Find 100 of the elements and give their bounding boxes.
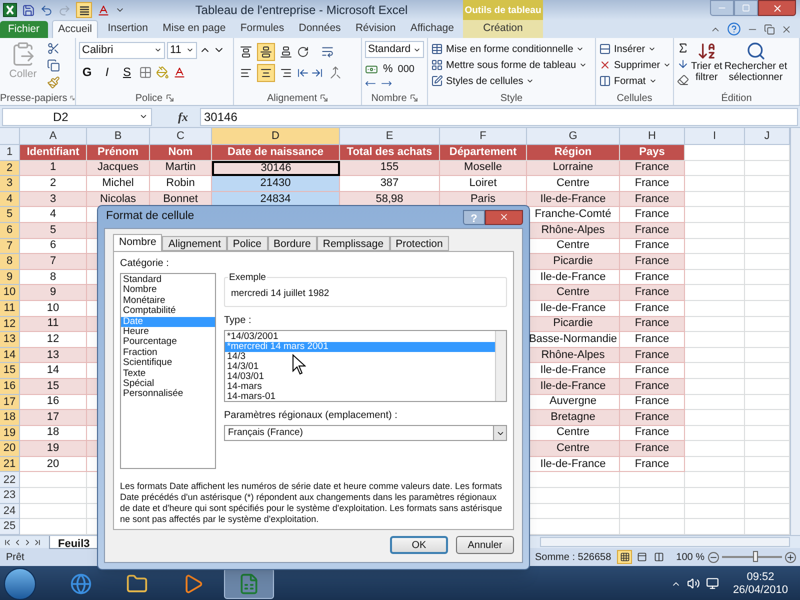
cells-menu-button[interactable]: Supprimer — [599, 57, 672, 73]
dialog-launcher-icon[interactable] — [166, 94, 174, 102]
category-item[interactable]: Texte — [121, 368, 215, 380]
row-header[interactable]: 22 — [0, 472, 20, 488]
number-format-field[interactable]: Standard — [365, 41, 424, 58]
column-header[interactable]: I — [685, 128, 745, 145]
font-color-icon[interactable] — [97, 4, 110, 16]
merge-icon[interactable] — [329, 66, 342, 79]
type-item[interactable]: 14/3/01 — [225, 362, 495, 372]
start-button[interactable] — [4, 568, 36, 600]
type-list[interactable]: *14/03/2001 *mercredi 14 mars 2001 14/3 14/3/01 14/03/01 14-mars 14-mars-01 — [224, 330, 507, 402]
row-header[interactable]: 16 — [0, 378, 20, 394]
underline-button[interactable]: S — [119, 63, 135, 81]
increase-indent-icon[interactable] — [311, 66, 323, 78]
style-menu-button[interactable]: Mettre sous forme de tableau — [431, 57, 588, 73]
category-list[interactable]: Standard Nombre Monétaire Comptabilité Date Heure Pourcentage Fraction Scientifique Texte Spécial Personnalisée — [120, 273, 216, 469]
restore-icon[interactable] — [764, 24, 775, 34]
thousands-button[interactable]: 000 — [398, 62, 414, 76]
category-item[interactable]: Monétaire — [121, 296, 215, 306]
copy-icon[interactable] — [47, 59, 60, 72]
column-header[interactable]: H — [620, 128, 685, 145]
close-button[interactable] — [485, 210, 523, 224]
horizontal-scrollbar[interactable] — [540, 537, 790, 547]
row-header[interactable]: 7 — [0, 238, 20, 254]
category-item[interactable]: Nombre — [121, 285, 215, 296]
category-item[interactable]: Fraction — [121, 348, 215, 358]
paintbrush-icon[interactable] — [47, 76, 60, 89]
column-header[interactable]: F — [440, 128, 527, 145]
font-name-field[interactable]: Calibri — [79, 42, 165, 58]
arrow-down-icon[interactable] — [677, 58, 689, 70]
row-header[interactable]: 9 — [0, 270, 20, 286]
taskbar-app-button[interactable] — [224, 568, 274, 599]
cells-menu-button[interactable]: Insérer — [599, 41, 656, 57]
ribbon-tab[interactable]: Révision — [350, 20, 401, 38]
dialog-button[interactable]: OK — [390, 536, 448, 554]
row-header[interactable]: 10 — [0, 285, 20, 301]
category-item[interactable]: Scientifique — [121, 358, 215, 369]
ribbon-tab[interactable]: Fichier — [0, 21, 48, 38]
undo-icon[interactable] — [40, 4, 53, 16]
category-item[interactable]: Heure — [121, 327, 215, 338]
dialog-tab[interactable]: Protection — [390, 236, 449, 251]
ribbon-tab[interactable]: Accueil — [52, 20, 98, 38]
dialog-tab[interactable]: Nombre — [113, 234, 162, 251]
arrow-left-icon[interactable] — [365, 78, 376, 89]
find-select-button[interactable]: Rechercher et sélectionner — [724, 41, 788, 86]
ribbon-tab[interactable]: Insertion — [102, 20, 153, 38]
align-toggle[interactable] — [76, 2, 92, 18]
row-header[interactable]: 12 — [0, 316, 20, 332]
style-menu-button[interactable]: Styles de cellules — [431, 73, 534, 89]
sheet-tab[interactable]: Feuil3 — [49, 536, 99, 548]
column-header[interactable]: J — [745, 128, 790, 145]
dialog-tab[interactable]: Remplissage — [316, 236, 390, 251]
dialog-launcher-icon[interactable] — [320, 94, 328, 102]
column-header[interactable]: G — [527, 128, 620, 145]
ribbon-tab[interactable]: Création — [463, 20, 543, 38]
ribbon-tab[interactable]: Formules — [235, 20, 290, 38]
column-header[interactable]: E — [340, 128, 440, 145]
row-header[interactable]: 15 — [0, 363, 20, 379]
sort-filter-button[interactable]: Trier et filtrer — [691, 41, 722, 86]
type-item[interactable]: 14-mars — [225, 382, 495, 392]
column-header[interactable]: C — [150, 128, 212, 145]
wrap-text-icon[interactable] — [321, 45, 334, 58]
row-header[interactable]: 14 — [0, 348, 20, 364]
dialog-button[interactable]: Annuler — [456, 536, 514, 554]
category-item[interactable]: Pourcentage — [121, 337, 215, 348]
fill-color-icon[interactable] — [156, 66, 169, 78]
view-button[interactable] — [617, 550, 632, 564]
network-icon[interactable] — [706, 577, 719, 590]
row-header[interactable]: 23 — [0, 488, 20, 504]
category-item[interactable]: Comptabilité — [121, 306, 215, 317]
row-header[interactable]: 25 — [0, 519, 20, 535]
row-header[interactable]: 1 — [0, 145, 20, 161]
column-header[interactable]: D — [212, 128, 340, 145]
type-item[interactable]: 14-mars-01 — [225, 392, 495, 402]
column-header[interactable]: B — [87, 128, 150, 145]
type-item[interactable]: 14/3 — [225, 352, 495, 362]
zoom-in-icon[interactable] — [785, 552, 796, 562]
dialog-launcher-icon[interactable] — [70, 94, 75, 102]
category-item[interactable]: Standard — [121, 275, 215, 286]
percent-button[interactable]: % — [383, 60, 393, 78]
font-color-icon[interactable] — [173, 66, 186, 78]
italic-button[interactable]: I — [99, 63, 115, 81]
zoom-out-icon[interactable] — [708, 552, 719, 562]
bold-button[interactable]: G — [79, 63, 95, 81]
horizontal-align-button[interactable] — [257, 64, 275, 82]
column-header[interactable]: A — [20, 128, 87, 145]
row-header[interactable]: 21 — [0, 456, 20, 472]
insert-function-button[interactable]: fx — [178, 108, 198, 126]
formula-input[interactable]: 30146 — [200, 108, 798, 126]
close-icon[interactable] — [781, 24, 792, 34]
row-header[interactable]: 20 — [0, 441, 20, 457]
close-button[interactable] — [758, 0, 796, 16]
row-header[interactable]: 2 — [0, 160, 20, 176]
style-menu-button[interactable]: Mise en forme conditionnelle — [431, 41, 584, 57]
ribbon-tab[interactable]: Mise en page — [158, 20, 231, 38]
row-header[interactable]: 4 — [0, 192, 20, 208]
zoom-slider-thumb[interactable] — [752, 551, 758, 562]
row-header[interactable]: 11 — [0, 300, 20, 317]
row-header[interactable]: 6 — [0, 222, 20, 239]
speaker-icon[interactable] — [686, 577, 700, 590]
